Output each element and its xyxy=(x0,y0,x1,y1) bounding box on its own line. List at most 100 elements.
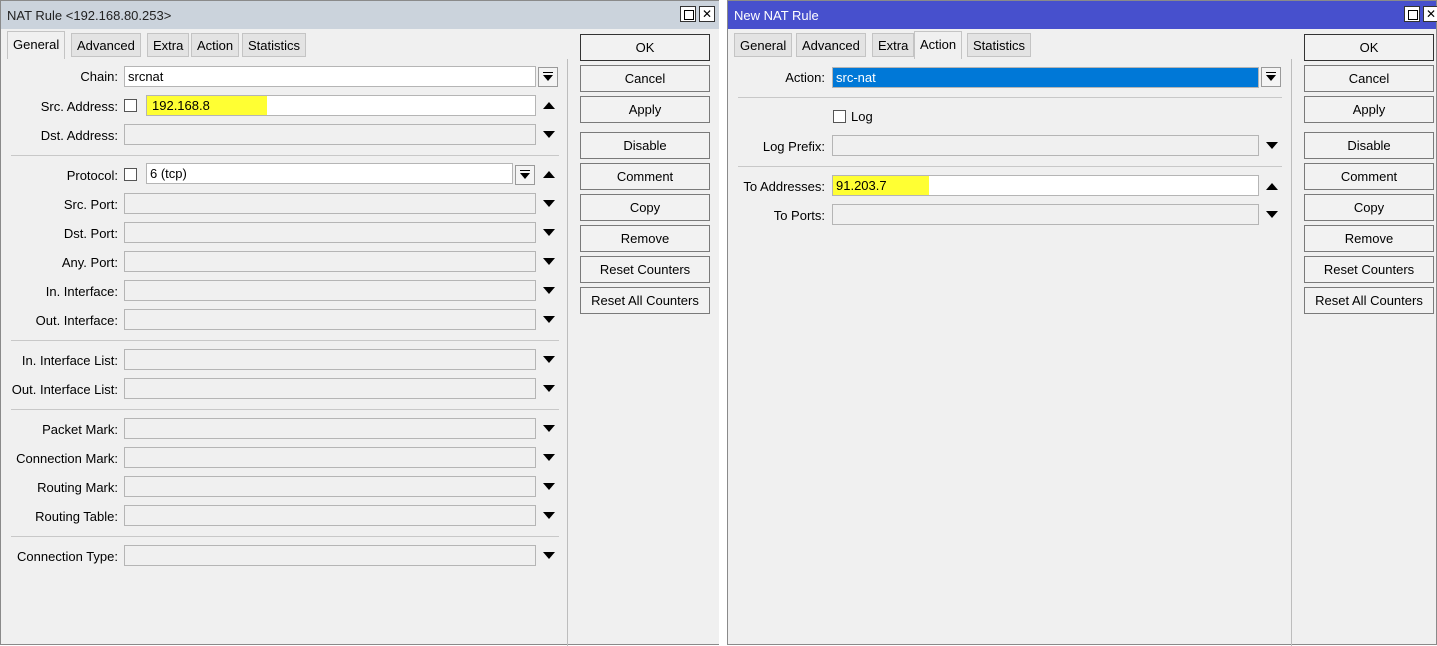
to-ports-field[interactable] xyxy=(832,204,1259,225)
expand-down-icon[interactable] xyxy=(543,131,555,138)
routing-table-field[interactable] xyxy=(124,505,536,526)
ok-button[interactable]: OK xyxy=(580,34,710,61)
src-address-negate-checkbox[interactable] xyxy=(124,99,137,112)
copy-button[interactable]: Copy xyxy=(1304,194,1434,221)
separator xyxy=(11,340,559,341)
tab-extra[interactable]: Extra xyxy=(147,33,190,57)
expand-down-icon[interactable] xyxy=(543,454,555,461)
src-port-field[interactable] xyxy=(124,193,536,214)
comment-button[interactable]: Comment xyxy=(580,163,710,190)
title-bar[interactable]: New NAT Rule ✕ xyxy=(728,1,1437,29)
expand-down-icon[interactable] xyxy=(543,356,555,363)
tab-advanced[interactable]: Advanced xyxy=(796,33,866,57)
log-prefix-field[interactable] xyxy=(832,135,1259,156)
in-interface-list-field[interactable] xyxy=(124,349,536,370)
dst-address-label: Dst. Address: xyxy=(40,128,118,143)
disable-button[interactable]: Disable xyxy=(1304,132,1434,159)
disable-button[interactable]: Disable xyxy=(580,132,710,159)
expand-down-icon[interactable] xyxy=(543,512,555,519)
expand-down-icon[interactable] xyxy=(543,229,555,236)
out-interface-list-label: Out. Interface List: xyxy=(11,382,118,397)
out-interface-field[interactable] xyxy=(124,309,536,330)
remove-button[interactable]: Remove xyxy=(1304,225,1434,252)
maximize-icon[interactable] xyxy=(1404,6,1420,22)
window-title: NAT Rule <192.168.80.253> xyxy=(7,8,172,23)
routing-mark-label: Routing Mark: xyxy=(37,480,118,495)
out-interface-list-field[interactable] xyxy=(124,378,536,399)
expand-down-icon[interactable] xyxy=(543,287,555,294)
title-bar[interactable]: NAT Rule <192.168.80.253> ✕ xyxy=(1,1,719,29)
log-checkbox[interactable] xyxy=(833,110,846,123)
expand-down-icon[interactable] xyxy=(543,200,555,207)
protocol-negate-checkbox[interactable] xyxy=(124,168,137,181)
chain-dropdown-icon[interactable] xyxy=(538,67,558,87)
copy-button[interactable]: Copy xyxy=(580,194,710,221)
reset-all-counters-button[interactable]: Reset All Counters xyxy=(1304,287,1434,314)
expand-down-icon[interactable] xyxy=(543,385,555,392)
chain-field[interactable]: srcnat xyxy=(124,66,536,87)
connection-type-label: Connection Type: xyxy=(17,549,118,564)
reset-all-counters-button[interactable]: Reset All Counters xyxy=(580,287,710,314)
connection-type-field[interactable] xyxy=(124,545,536,566)
protocol-label: Protocol: xyxy=(66,168,118,183)
log-label: Log xyxy=(851,109,873,124)
expand-down-icon[interactable] xyxy=(543,316,555,323)
expand-down-icon[interactable] xyxy=(543,483,555,490)
apply-button[interactable]: Apply xyxy=(580,96,710,123)
tab-general[interactable]: General xyxy=(7,31,66,59)
any-port-label: Any. Port: xyxy=(61,255,118,270)
new-nat-rule-window: New NAT Rule ✕ General Advanced Extra Ac… xyxy=(727,0,1437,646)
out-interface-label: Out. Interface: xyxy=(35,313,118,328)
cancel-button[interactable]: Cancel xyxy=(580,65,710,92)
expand-down-icon[interactable] xyxy=(543,258,555,265)
expand-down-icon[interactable] xyxy=(1266,211,1278,218)
src-address-value: 192.168.8 xyxy=(152,98,210,113)
separator xyxy=(11,409,559,410)
action-dropdown-icon[interactable] xyxy=(1261,67,1281,87)
window-title: New NAT Rule xyxy=(734,8,819,23)
apply-button[interactable]: Apply xyxy=(1304,96,1434,123)
separator xyxy=(738,166,1282,167)
packet-mark-field[interactable] xyxy=(124,418,536,439)
tab-action[interactable]: Action xyxy=(914,31,963,59)
protocol-dropdown-icon[interactable] xyxy=(515,165,535,185)
routing-mark-field[interactable] xyxy=(124,476,536,497)
dst-port-field[interactable] xyxy=(124,222,536,243)
expand-down-icon[interactable] xyxy=(1266,142,1278,149)
tab-general[interactable]: General xyxy=(734,33,793,57)
src-address-label: Src. Address: xyxy=(40,99,118,114)
tab-advanced[interactable]: Advanced xyxy=(71,33,141,57)
separator xyxy=(738,97,1282,98)
ok-button[interactable]: OK xyxy=(1304,34,1434,61)
reset-counters-button[interactable]: Reset Counters xyxy=(1304,256,1434,283)
separator xyxy=(11,536,559,537)
close-icon[interactable]: ✕ xyxy=(699,6,715,22)
to-addresses-field[interactable]: 91.203.7 xyxy=(832,175,1259,196)
expand-down-icon[interactable] xyxy=(543,552,555,559)
to-addresses-label: To Addresses: xyxy=(743,179,825,194)
separator xyxy=(11,155,559,156)
collapse-up-icon[interactable] xyxy=(1266,183,1278,190)
connection-mark-field[interactable] xyxy=(124,447,536,468)
dst-port-label: Dst. Port: xyxy=(63,226,118,241)
any-port-field[interactable] xyxy=(124,251,536,272)
collapse-up-icon[interactable] xyxy=(543,102,555,109)
tab-action[interactable]: Action xyxy=(191,33,240,57)
src-address-field[interactable]: 192.168.8 xyxy=(146,95,536,116)
dst-address-field[interactable] xyxy=(124,124,536,145)
tab-extra[interactable]: Extra xyxy=(872,33,915,57)
cancel-button[interactable]: Cancel xyxy=(1304,65,1434,92)
maximize-icon[interactable] xyxy=(680,6,696,22)
close-icon[interactable]: ✕ xyxy=(1423,6,1437,22)
expand-down-icon[interactable] xyxy=(543,425,555,432)
protocol-field[interactable]: 6 (tcp) xyxy=(146,163,513,184)
reset-counters-button[interactable]: Reset Counters xyxy=(580,256,710,283)
comment-button[interactable]: Comment xyxy=(1304,163,1434,190)
remove-button[interactable]: Remove xyxy=(580,225,710,252)
in-interface-field[interactable] xyxy=(124,280,536,301)
action-field[interactable]: src-nat xyxy=(832,67,1259,88)
tab-statistics[interactable]: Statistics xyxy=(967,33,1032,57)
routing-table-label: Routing Table: xyxy=(35,509,118,524)
collapse-up-icon[interactable] xyxy=(543,171,555,178)
tab-statistics[interactable]: Statistics xyxy=(242,33,307,57)
